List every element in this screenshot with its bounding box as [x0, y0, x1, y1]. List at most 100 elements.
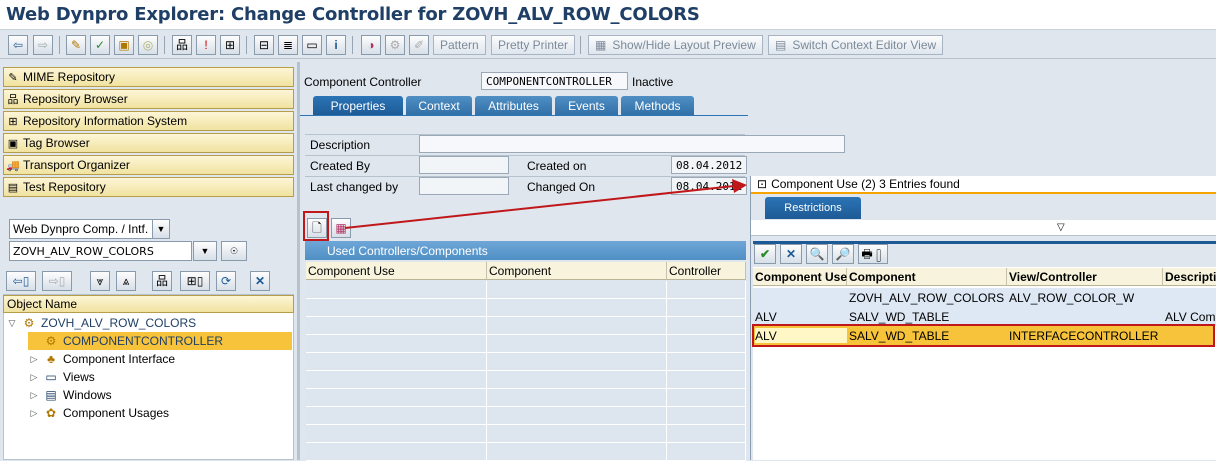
- grid-cell[interactable]: [487, 389, 667, 407]
- grid-cell[interactable]: [306, 425, 487, 443]
- row1-description[interactable]: [1163, 288, 1216, 307]
- nav-repository-information-system[interactable]: ⊞ Repository Information System: [3, 111, 294, 131]
- object-type-select[interactable]: Web Dynpro Comp. / Intf.: [9, 219, 159, 239]
- nav-transport-organizer[interactable]: 🚚 Transport Organizer: [3, 155, 294, 175]
- column-component[interactable]: Component: [487, 262, 667, 280]
- row1-component[interactable]: ZOVH_ALV_ROW_COLORS: [847, 288, 1007, 307]
- grid-cell[interactable]: [487, 407, 667, 425]
- tree-item-componentcontroller[interactable]: ⚙ COMPONENTCONTROLLER: [28, 332, 292, 350]
- tree-item-windows[interactable]: ▷ ▤ Windows: [28, 386, 112, 404]
- collapse-icon[interactable]: ⩔: [90, 271, 110, 291]
- tree-forward-icon[interactable]: ⇨▯: [42, 271, 72, 291]
- tab-context[interactable]: Context: [406, 96, 472, 116]
- find-icon[interactable]: 🔍: [806, 244, 828, 264]
- display-change-icon[interactable]: ✎: [66, 35, 86, 55]
- grid-cell[interactable]: [487, 425, 667, 443]
- grid-cell[interactable]: [306, 281, 487, 299]
- grid-cell[interactable]: [667, 317, 746, 335]
- find-next-icon[interactable]: 🔎: [832, 244, 854, 264]
- pattern-button[interactable]: Pattern: [433, 35, 486, 55]
- hierarchy-tree-icon[interactable]: 品: [152, 271, 172, 291]
- grid-cell[interactable]: [667, 443, 746, 461]
- tree-item-component-usages[interactable]: ▷ ✿ Component Usages: [28, 404, 170, 422]
- column-component-use[interactable]: Component Use: [306, 262, 487, 280]
- tree-item-views[interactable]: ▷ ▭ Views: [28, 368, 95, 386]
- column-controller[interactable]: Controller: [667, 262, 746, 280]
- create-controller-usage-icon[interactable]: 🗋: [307, 218, 327, 238]
- tab-events[interactable]: Events: [555, 96, 618, 116]
- test-icon[interactable]: ◎: [138, 35, 158, 55]
- grid-cell[interactable]: [487, 371, 667, 389]
- description-field[interactable]: [419, 135, 845, 153]
- tree-item-component-interface[interactable]: ▷ ♣ Component Interface: [28, 350, 176, 368]
- object-name-input[interactable]: ZOVH_ALV_ROW_COLORS: [9, 241, 192, 261]
- tab-methods[interactable]: Methods: [621, 96, 694, 116]
- accept-icon[interactable]: ✔: [754, 244, 776, 264]
- close-tree-icon[interactable]: ✕: [250, 271, 270, 291]
- back-arrow-icon[interactable]: ⇦: [8, 35, 28, 55]
- tree-back-icon[interactable]: ⇦▯: [6, 271, 36, 291]
- object-name-dropdown-icon[interactable]: ▼: [193, 241, 217, 261]
- object-list-icon[interactable]: 品: [172, 35, 192, 55]
- grid-cell[interactable]: [667, 353, 746, 371]
- refresh-icon[interactable]: ⟳: [216, 271, 236, 291]
- nav-repository-browser[interactable]: 品 Repository Browser: [3, 89, 294, 109]
- info-icon[interactable]: !: [196, 35, 216, 55]
- display-glasses-icon[interactable]: ☉: [221, 241, 247, 261]
- tab-properties[interactable]: Properties: [313, 96, 403, 116]
- grid-cell[interactable]: [306, 407, 487, 425]
- nav-tag-browser[interactable]: ▣ Tag Browser: [3, 133, 294, 153]
- display-object-icon[interactable]: ▭: [302, 35, 322, 55]
- grid-cell[interactable]: [306, 317, 487, 335]
- edit-icon[interactable]: ✐: [409, 35, 429, 55]
- grid-cell[interactable]: [667, 281, 746, 299]
- grid-cell[interactable]: [667, 371, 746, 389]
- switch-context-editor-button[interactable]: ▤ Switch Context Editor View: [768, 35, 944, 55]
- print-icon[interactable]: ≣: [278, 35, 298, 55]
- restrictions-tab[interactable]: Restrictions: [765, 197, 861, 219]
- context-icon[interactable]: ◑: [361, 35, 381, 55]
- restrictions-collapse-bar[interactable]: [751, 220, 1216, 236]
- grid-cell[interactable]: [667, 425, 746, 443]
- tab-attributes[interactable]: Attributes: [475, 96, 552, 116]
- row1-controller[interactable]: ALV_ROW_COLOR_W: [1007, 288, 1163, 307]
- grid-cell[interactable]: [667, 299, 746, 317]
- show-hide-layout-preview-button[interactable]: ▦ Show/Hide Layout Preview: [588, 35, 763, 55]
- expand-icon[interactable]: ⩓: [116, 271, 136, 291]
- grid-cell[interactable]: [667, 335, 746, 353]
- activate-icon[interactable]: ▣: [114, 35, 134, 55]
- grid-cell[interactable]: [306, 371, 487, 389]
- nav-test-repository[interactable]: ▤ Test Repository: [3, 177, 294, 197]
- grid-cell[interactable]: [306, 389, 487, 407]
- grid-cell[interactable]: [487, 443, 667, 461]
- grid-cell[interactable]: [306, 299, 487, 317]
- column-component-use[interactable]: Component Use: [753, 268, 847, 286]
- grid-cell[interactable]: [306, 335, 487, 353]
- grid-cell[interactable]: [306, 443, 487, 461]
- grid-cell[interactable]: [487, 317, 667, 335]
- hierarchy-icon[interactable]: ⊟: [254, 35, 274, 55]
- grid-cell[interactable]: [487, 353, 667, 371]
- cancel-icon[interactable]: ✕: [780, 244, 802, 264]
- create-component-usage-icon[interactable]: ▦: [331, 218, 351, 238]
- nav-mime-repository[interactable]: ✎ MIME Repository: [3, 67, 294, 87]
- grid-cell[interactable]: [306, 353, 487, 371]
- grid-cell[interactable]: [667, 407, 746, 425]
- grid-cell[interactable]: [667, 389, 746, 407]
- pretty-printer-button[interactable]: Pretty Printer: [491, 35, 576, 55]
- tree-settings-icon[interactable]: ⊞▯: [180, 271, 210, 291]
- row1-component-use[interactable]: [753, 288, 847, 307]
- column-description[interactable]: Descripti: [1163, 268, 1216, 286]
- check-icon[interactable]: ✓: [90, 35, 110, 55]
- information-icon[interactable]: i: [326, 35, 346, 55]
- tree-root-node[interactable]: ▽ ⚙ ZOVH_ALV_ROW_COLORS: [6, 314, 197, 332]
- column-view-controller[interactable]: View/Controller: [1007, 268, 1163, 286]
- grid-cell[interactable]: [487, 299, 667, 317]
- wizard-icon[interactable]: ⚙: [385, 35, 405, 55]
- column-component[interactable]: Component: [847, 268, 1007, 286]
- where-used-icon[interactable]: ⊞: [220, 35, 240, 55]
- grid-cell[interactable]: [487, 335, 667, 353]
- forward-arrow-icon[interactable]: ⇨: [33, 35, 53, 55]
- object-type-dropdown-icon[interactable]: ▼: [152, 219, 170, 239]
- grid-cell[interactable]: [487, 281, 667, 299]
